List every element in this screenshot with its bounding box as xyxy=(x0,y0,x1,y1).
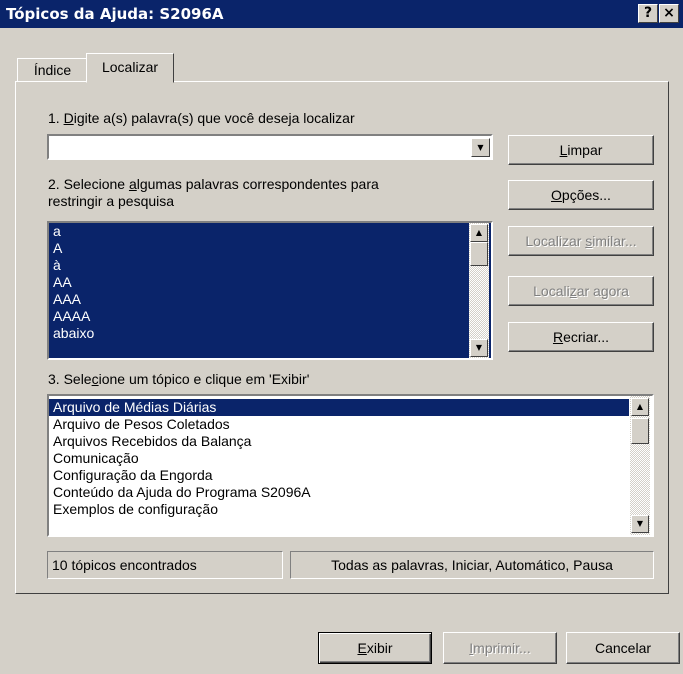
tab-localizar[interactable]: Localizar xyxy=(86,53,174,83)
localizar-agora-button[interactable]: Localizar agora xyxy=(508,276,654,306)
word-list-item[interactable]: à xyxy=(49,257,469,274)
topic-list-item[interactable]: Exemplos de configuração xyxy=(49,501,629,518)
scroll-up-icon[interactable]: ▲ xyxy=(631,398,649,416)
localizar-similar-button[interactable]: Localizar similar... xyxy=(508,226,654,256)
close-button[interactable]: × xyxy=(659,4,679,23)
topic-list-item[interactable]: Arquivo de Pesos Coletados xyxy=(49,416,629,433)
topic-list-item[interactable]: Comunicação xyxy=(49,450,629,467)
tab-indice[interactable]: Índice xyxy=(17,58,88,82)
dropdown-arrow-icon[interactable]: ▼ xyxy=(471,138,490,157)
topic-list-item[interactable]: Arquivo de Médias Diárias xyxy=(49,399,629,416)
window-title: Tópicos da Ajuda: S2096A xyxy=(6,5,224,23)
opcoes-button[interactable]: Opções... xyxy=(508,180,654,210)
topic-list-items: Arquivo de Médias Diárias Arquivo de Peso… xyxy=(49,399,629,518)
search-combobox[interactable]: ▼ xyxy=(47,134,493,160)
search-options-status: Todas as palavras, Iniciar, Automático, … xyxy=(290,551,654,579)
topic-list-item[interactable]: Arquivos Recebidos da Balança xyxy=(49,433,629,450)
scroll-up-icon[interactable]: ▲ xyxy=(470,224,488,242)
scroll-thumb[interactable] xyxy=(631,418,649,444)
title-bar: Tópicos da Ajuda: S2096A ? × xyxy=(0,0,683,28)
word-list-item[interactable]: AAA xyxy=(49,291,469,308)
scroll-down-icon[interactable]: ▼ xyxy=(631,515,649,533)
word-list[interactable]: a Aà AA AAA AAAA abaixo ▲ ▼ xyxy=(47,221,493,360)
topic-list-item[interactable]: Configuração da Engorda xyxy=(49,467,629,484)
imprimir-button[interactable]: Imprimir... xyxy=(443,632,557,664)
word-list-item[interactable]: abaixo xyxy=(49,325,469,342)
exibir-button[interactable]: Exibir xyxy=(318,632,432,664)
tab-localizar-label: Localizar xyxy=(101,59,159,75)
step2-label-line2: restringir a pesquisa xyxy=(48,193,175,209)
word-list-item[interactable]: A xyxy=(49,240,469,257)
step2-label-line1: 2. Selecione algumas palavras correspond… xyxy=(48,176,379,192)
step1-label: 1. Digite a(s) palavra(s) que você desej… xyxy=(48,110,355,126)
topics-found-status: 10 tópicos encontrados xyxy=(47,551,283,579)
limpar-button[interactable]: Limpar xyxy=(508,135,654,165)
step3-label: 3. Selecione um tópico e clique em 'Exib… xyxy=(48,371,310,387)
word-list-item[interactable]: a xyxy=(49,223,469,240)
scroll-down-icon[interactable]: ▼ xyxy=(470,339,488,357)
recriar-button[interactable]: Recriar... xyxy=(508,322,654,352)
word-list-item[interactable]: AA xyxy=(49,274,469,291)
search-input[interactable] xyxy=(51,137,475,157)
help-button[interactable]: ? xyxy=(638,4,658,23)
word-list-item[interactable]: AAAA xyxy=(49,308,469,325)
tab-indice-label: Índice xyxy=(33,62,72,78)
word-list-items: a Aà AA AAA AAAA abaixo xyxy=(49,223,469,342)
scroll-thumb[interactable] xyxy=(470,242,488,266)
cancelar-button[interactable]: Cancelar xyxy=(566,632,680,664)
topic-list-item[interactable]: Conteúdo da Ajuda do Programa S2096A xyxy=(49,484,629,501)
topic-list[interactable]: Arquivo de Médias Diárias Arquivo de Peso… xyxy=(47,394,654,537)
